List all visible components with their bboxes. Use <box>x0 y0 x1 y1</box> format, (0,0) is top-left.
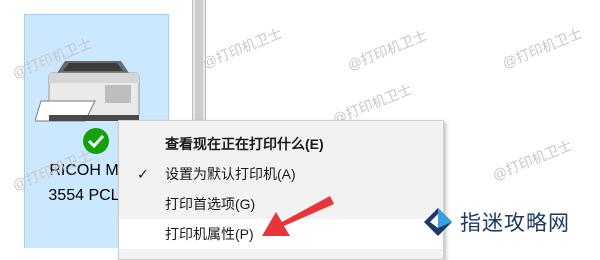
menu-item-label: 打印机属性(P) <box>165 226 254 242</box>
default-printer-check-icon <box>83 128 109 154</box>
context-menu: 查看现在正在打印什么(E) ✓ 设置为默认打印机(A) 打印首选项(G) 打印机… <box>118 120 444 260</box>
menu-item-printer-properties[interactable]: 打印机属性(P) <box>119 219 443 249</box>
menu-item-label: 设置为默认打印机(A) <box>165 166 296 182</box>
menu-item-set-default-printer[interactable]: ✓ 设置为默认打印机(A) <box>119 159 443 189</box>
site-logo: 指迷攻略网 <box>420 202 570 242</box>
menu-item-label: 查看现在正在打印什么(E) <box>165 136 324 152</box>
menu-item-see-whats-printing[interactable]: 查看现在正在打印什么(E) <box>119 129 443 159</box>
logo-text: 指迷攻略网 <box>460 211 570 235</box>
menu-item-printing-preferences[interactable]: 打印首选项(G) <box>119 189 443 219</box>
menu-item-label: 打印首选项(G) <box>165 196 256 212</box>
checkmark-icon: ✓ <box>137 166 149 182</box>
logo-icon <box>424 208 452 236</box>
